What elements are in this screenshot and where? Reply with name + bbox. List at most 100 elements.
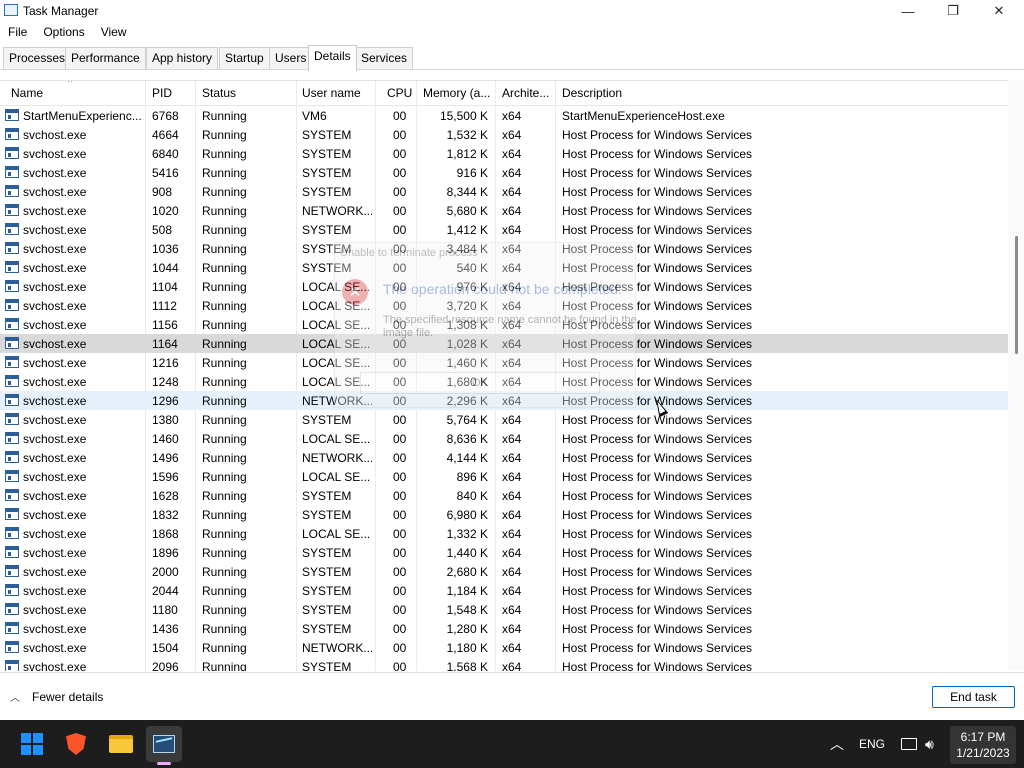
table-row[interactable]: svchost.exe 1020 Running NETWORK... 00 5,680 …: [0, 201, 1008, 220]
table-row[interactable]: svchost.exe 1112 Running LOCAL SE... 00 3,720…: [0, 296, 1008, 315]
maximize-button[interactable]: ❐: [930, 0, 976, 22]
table-row[interactable]: svchost.exe 5416 Running SYSTEM 00 916 K x64 Ho…: [0, 163, 1008, 182]
scrollbar-thumb[interactable]: [1015, 236, 1018, 354]
table-row[interactable]: svchost.exe 2044 Running SYSTEM 00 1,184 K x64…: [0, 581, 1008, 600]
fewer-details-link[interactable]: ︿ Fewer details: [10, 689, 103, 705]
cell-user: SYSTEM: [302, 261, 352, 275]
table-row[interactable]: svchost.exe 1296 Running NETWORK... 00 2,296 …: [0, 391, 1008, 410]
cell-status: Running: [202, 660, 247, 671]
cell-name: svchost.exe: [23, 660, 87, 671]
process-icon: [5, 337, 19, 349]
network-icon[interactable]: [901, 720, 917, 768]
cell-user: NETWORK...: [302, 394, 372, 408]
process-icon: [5, 299, 19, 311]
table-row[interactable]: svchost.exe 1216 Running LOCAL SE... 00 1,460…: [0, 353, 1008, 372]
process-icon: [5, 489, 19, 501]
table-row[interactable]: svchost.exe 1496 Running NETWORK... 00 4,144 …: [0, 448, 1008, 467]
table-row[interactable]: StartMenuExperienc... 6768 Running VM6 00 15,…: [0, 106, 1008, 125]
process-icon: [5, 375, 19, 387]
table-row[interactable]: svchost.exe 508 Running SYSTEM 00 1,412 K x64 H…: [0, 220, 1008, 239]
cell-arch: x64: [502, 565, 522, 579]
show-hidden-icons-chevron[interactable]: ︿: [830, 720, 844, 768]
cell-status: Running: [202, 413, 247, 427]
table-row[interactable]: svchost.exe 1180 Running SYSTEM 00 1,548 K x64…: [0, 600, 1008, 619]
menu-options[interactable]: Options: [35, 23, 92, 43]
cell-mem: 1,280 K: [446, 622, 488, 636]
tab-users[interactable]: Users: [269, 47, 313, 69]
cell-status: Running: [202, 185, 247, 199]
column-header-memory[interactable]: Memory (a...: [423, 86, 493, 100]
language-indicator[interactable]: ENG: [859, 720, 885, 768]
column-header-name[interactable]: Name: [11, 86, 43, 100]
table-row[interactable]: svchost.exe 1436 Running SYSTEM 00 1,280 K x64…: [0, 619, 1008, 638]
table-row[interactable]: svchost.exe 1460 Running LOCAL SE... 00 8,636…: [0, 429, 1008, 448]
cell-desc: Host Process for Windows Services: [562, 527, 753, 541]
start-button[interactable]: [14, 726, 50, 762]
cell-arch: x64: [502, 356, 522, 370]
table-row[interactable]: svchost.exe 1896 Running SYSTEM 00 1,440 K x64…: [0, 543, 1008, 562]
table-row[interactable]: svchost.exe 1380 Running SYSTEM 00 5,764 K x64…: [0, 410, 1008, 429]
cell-arch: x64: [502, 109, 522, 123]
cell-arch: x64: [502, 128, 522, 142]
tab-performance[interactable]: Performance: [65, 47, 146, 69]
table-row[interactable]: svchost.exe 2096 Running SYSTEM 00 1,568 K x64…: [0, 657, 1008, 671]
minimize-button[interactable]: —: [885, 0, 931, 22]
cell-desc: Host Process for Windows Services: [562, 394, 753, 408]
table-row[interactable]: svchost.exe 1628 Running SYSTEM 00 840 K x64 Ho…: [0, 486, 1008, 505]
close-button[interactable]: ✕: [976, 0, 1022, 22]
table-row[interactable]: svchost.exe 1832 Running SYSTEM 00 6,980 K x64…: [0, 505, 1008, 524]
table-row[interactable]: svchost.exe 2000 Running SYSTEM 00 2,680 K x64…: [0, 562, 1008, 581]
title-bar[interactable]: Task Manager — ❐ ✕: [0, 0, 1024, 22]
tab-app-history[interactable]: App history: [146, 47, 219, 69]
vertical-scrollbar[interactable]: [1008, 80, 1024, 671]
process-icon: [5, 432, 19, 444]
cell-pid: 1020: [152, 204, 179, 218]
column-header-architecture[interactable]: Archite...: [502, 86, 554, 100]
table-row[interactable]: svchost.exe 1156 Running LOCAL SE... 00 1,308…: [0, 315, 1008, 334]
table-row[interactable]: svchost.exe 1596 Running LOCAL SE... 00 896 K…: [0, 467, 1008, 486]
tab-processes[interactable]: Processes: [3, 47, 72, 69]
taskbar-brave[interactable]: [58, 726, 94, 762]
table-row[interactable]: svchost.exe 1164 Running LOCAL SE... 00 1,028…: [0, 334, 1008, 353]
table-row[interactable]: svchost.exe 1504 Running NETWORK... 00 1,180 …: [0, 638, 1008, 657]
table-row[interactable]: svchost.exe 1044 Running SYSTEM 00 540 K x64 Ho…: [0, 258, 1008, 277]
table-row[interactable]: svchost.exe 1104 Running LOCAL SE... 00 976 K…: [0, 277, 1008, 296]
tab-startup[interactable]: Startup: [219, 47, 270, 69]
cell-mem: 5,680 K: [446, 204, 488, 218]
column-header-status[interactable]: Status: [202, 86, 236, 100]
tab-details[interactable]: Details: [308, 45, 357, 71]
cell-desc: Host Process for Windows Services: [562, 318, 753, 332]
cell-desc: Host Process for Windows Services: [562, 166, 753, 180]
cell-pid: 1216: [152, 356, 179, 370]
cell-cpu: 00: [393, 242, 407, 256]
cell-arch: x64: [502, 375, 522, 389]
sort-ascending-icon: ^: [68, 80, 73, 87]
cell-cpu: 00: [393, 546, 407, 560]
tab-services[interactable]: Services: [355, 47, 414, 69]
table-row[interactable]: svchost.exe 1868 Running LOCAL SE... 00 1,332…: [0, 524, 1008, 543]
cell-cpu: 00: [393, 223, 407, 237]
table-row[interactable]: svchost.exe 1248 Running LOCAL SE... 00 1,680…: [0, 372, 1008, 391]
taskbar-file-explorer[interactable]: [103, 726, 139, 762]
table-row[interactable]: svchost.exe 908 Running SYSTEM 00 8,344 K x64 H…: [0, 182, 1008, 201]
cell-pid: 508: [152, 223, 173, 237]
end-task-button[interactable]: End task: [932, 686, 1015, 708]
cell-mem: 1,460 K: [446, 356, 488, 370]
menu-view[interactable]: View: [93, 23, 135, 43]
cell-desc: Host Process for Windows Services: [562, 546, 753, 560]
menu-file[interactable]: File: [0, 23, 35, 43]
table-row[interactable]: svchost.exe 4664 Running SYSTEM 00 1,532 K x64…: [0, 125, 1008, 144]
table-row[interactable]: svchost.exe 1036 Running SYSTEM 00 3,484 K x64…: [0, 239, 1008, 258]
column-header-user-name[interactable]: User name: [302, 86, 361, 100]
taskbar-task-manager[interactable]: [146, 726, 182, 762]
table-row[interactable]: svchost.exe 6840 Running SYSTEM 00 1,812 K x64…: [0, 144, 1008, 163]
column-header-pid[interactable]: PID: [152, 86, 172, 100]
volume-icon[interactable]: 🔊︎: [925, 720, 934, 768]
clock-time: 6:17 PM: [960, 730, 1006, 744]
column-header-cpu[interactable]: CPU: [387, 86, 412, 100]
column-header-description[interactable]: Description: [562, 86, 622, 100]
cell-cpu: 00: [393, 318, 407, 332]
system-clock[interactable]: 6:17 PM 1/21/2023: [950, 726, 1016, 764]
cell-mem: 1,332 K: [446, 527, 488, 541]
cell-arch: x64: [502, 451, 522, 465]
